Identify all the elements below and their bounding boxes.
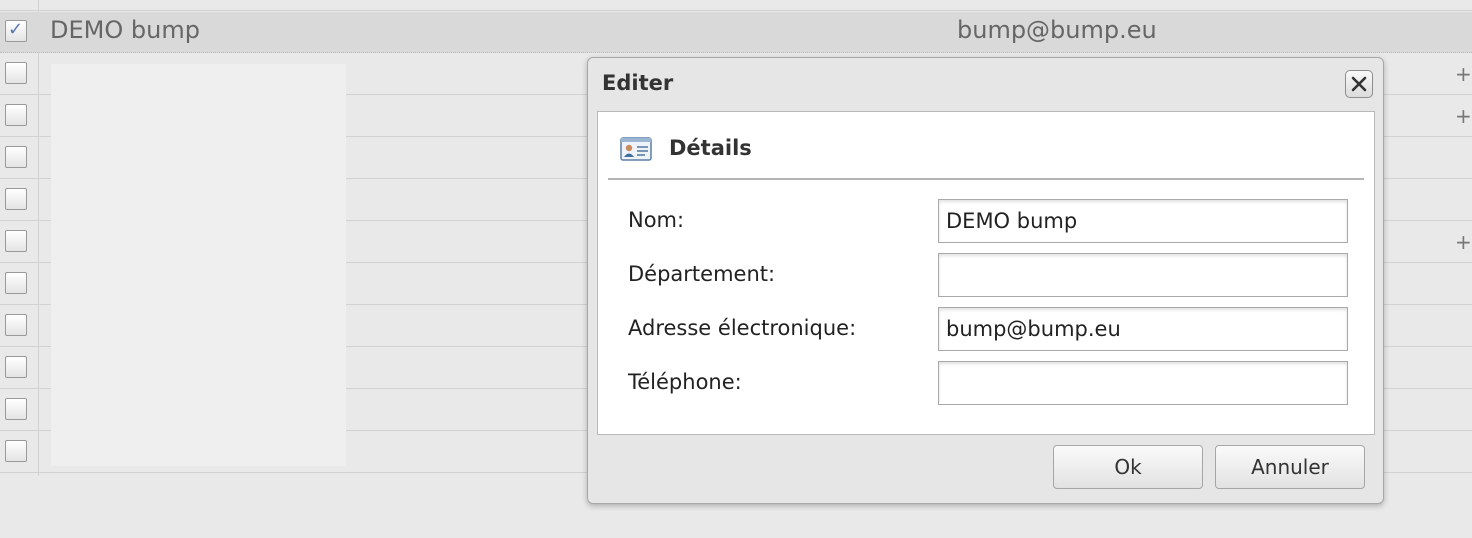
row-checkbox-checked[interactable]: ✓ [5, 19, 27, 42]
dialog-title: Editer [602, 71, 674, 95]
row-name: DEMO bump [50, 16, 200, 44]
email-input[interactable] [938, 307, 1348, 351]
section-title: Détails [669, 136, 752, 160]
email-label: Adresse électronique: [628, 316, 857, 340]
row-checkbox[interactable] [5, 440, 27, 462]
name-label: Nom: [628, 208, 685, 232]
row-checkbox[interactable] [5, 398, 27, 420]
table-row-selected[interactable]: ✓ DEMO bump bump@bump.eu [0, 12, 1472, 53]
details-panel: Détails Nom: Département: Adresse électr… [597, 111, 1375, 435]
row-checkbox[interactable] [5, 314, 27, 336]
checkmark-icon: ✓ [8, 19, 24, 40]
contact-card-icon [620, 137, 652, 161]
row-checkbox[interactable] [5, 146, 27, 168]
field-row-department: Département: [628, 253, 1348, 297]
row-checkbox[interactable] [5, 356, 27, 378]
row-checkbox[interactable] [5, 230, 27, 252]
department-input[interactable] [938, 253, 1348, 297]
row-checkbox[interactable] [5, 188, 27, 210]
field-row-email: Adresse électronique: [628, 307, 1348, 351]
department-label: Département: [628, 262, 776, 286]
phone-input[interactable] [938, 361, 1348, 405]
row-checkbox[interactable] [5, 272, 27, 294]
close-icon [1351, 76, 1367, 92]
row-email: bump@bump.eu [957, 16, 1157, 44]
expand-plus-icon[interactable]: + [1455, 104, 1472, 128]
ok-button[interactable]: Ok [1053, 445, 1203, 489]
field-row-name: Nom: [628, 199, 1348, 243]
name-input[interactable] [938, 199, 1348, 243]
close-button[interactable] [1345, 70, 1373, 98]
field-row-phone: Téléphone: [628, 361, 1348, 405]
edit-dialog: Editer Détails Nom: Département: [587, 57, 1384, 504]
cancel-button[interactable]: Annuler [1215, 445, 1365, 489]
section-header: Détails [608, 112, 1364, 180]
phone-label: Téléphone: [628, 370, 742, 394]
redacted-area [51, 64, 346, 466]
row-checkbox[interactable] [5, 62, 27, 84]
row-checkbox[interactable] [5, 104, 27, 126]
expand-plus-icon[interactable]: + [1455, 230, 1472, 254]
expand-plus-icon[interactable]: + [1455, 62, 1472, 86]
table-row[interactable] [0, 0, 1472, 11]
